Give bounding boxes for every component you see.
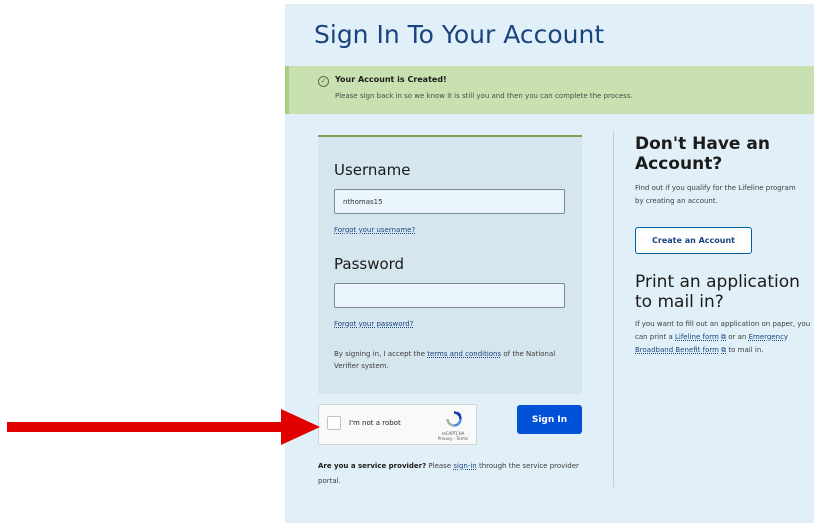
recaptcha-logo-icon	[446, 411, 462, 427]
sign-in-button[interactable]: Sign In	[517, 405, 582, 434]
recaptcha-label: I'm not a robot	[349, 419, 401, 427]
provider-prefix: Please	[426, 462, 454, 470]
arrow-shaft	[7, 422, 285, 432]
service-provider-note: Are you a service provider? Please sign-…	[318, 459, 603, 489]
lifeline-form-link[interactable]: Lifeline form	[675, 333, 719, 341]
forgot-password-link[interactable]: Forgot your password?	[334, 320, 413, 328]
password-input[interactable]	[334, 283, 565, 308]
provider-question: Are you a service provider?	[318, 462, 427, 470]
page-title: Sign In To Your Account	[314, 20, 605, 49]
success-alert: ✓ Your Account is Created! Please sign b…	[285, 66, 814, 114]
alert-title: Your Account is Created!	[335, 75, 447, 84]
terms-link[interactable]: terms and conditions	[427, 350, 501, 358]
red-arrow-annotation	[7, 409, 320, 445]
print-text-mid: or an	[726, 333, 749, 341]
print-text-suffix: to mail in.	[726, 346, 764, 354]
column-divider	[613, 131, 614, 487]
create-account-button[interactable]: Create an Account	[635, 227, 752, 254]
no-account-text: Find out if you qualify for the Lifeline…	[635, 184, 796, 205]
username-label: Username	[334, 161, 411, 179]
print-application-text: If you want to fill out an application o…	[635, 318, 813, 357]
recaptcha-widget: I'm not a robot reCAPTCHA Privacy - Term…	[318, 404, 477, 445]
no-account-heading: Don't Have an Account?	[635, 134, 770, 174]
recaptcha-terms[interactable]: Privacy - Terms	[436, 436, 470, 441]
forgot-username-link[interactable]: Forgot your username?	[334, 226, 415, 234]
terms-prefix: By signing in, I accept the	[334, 350, 428, 358]
arrow-head	[281, 409, 320, 445]
recaptcha-checkbox[interactable]	[327, 416, 341, 430]
login-form: Username Forgot your username? Password …	[318, 135, 582, 394]
username-input[interactable]	[334, 189, 565, 214]
password-label: Password	[334, 255, 405, 273]
provider-sign-in-link[interactable]: sign-in	[453, 462, 476, 470]
check-circle-icon: ✓	[318, 76, 329, 87]
alert-message: Please sign back in so we know it is sti…	[335, 92, 633, 100]
recaptcha-branding: reCAPTCHA Privacy - Terms	[436, 431, 470, 441]
sign-in-panel: Sign In To Your Account ✓ Your Account i…	[285, 4, 814, 523]
print-application-heading: Print an application to mail in?	[635, 272, 800, 312]
terms-agreement: By signing in, I accept the terms and co…	[334, 348, 566, 372]
